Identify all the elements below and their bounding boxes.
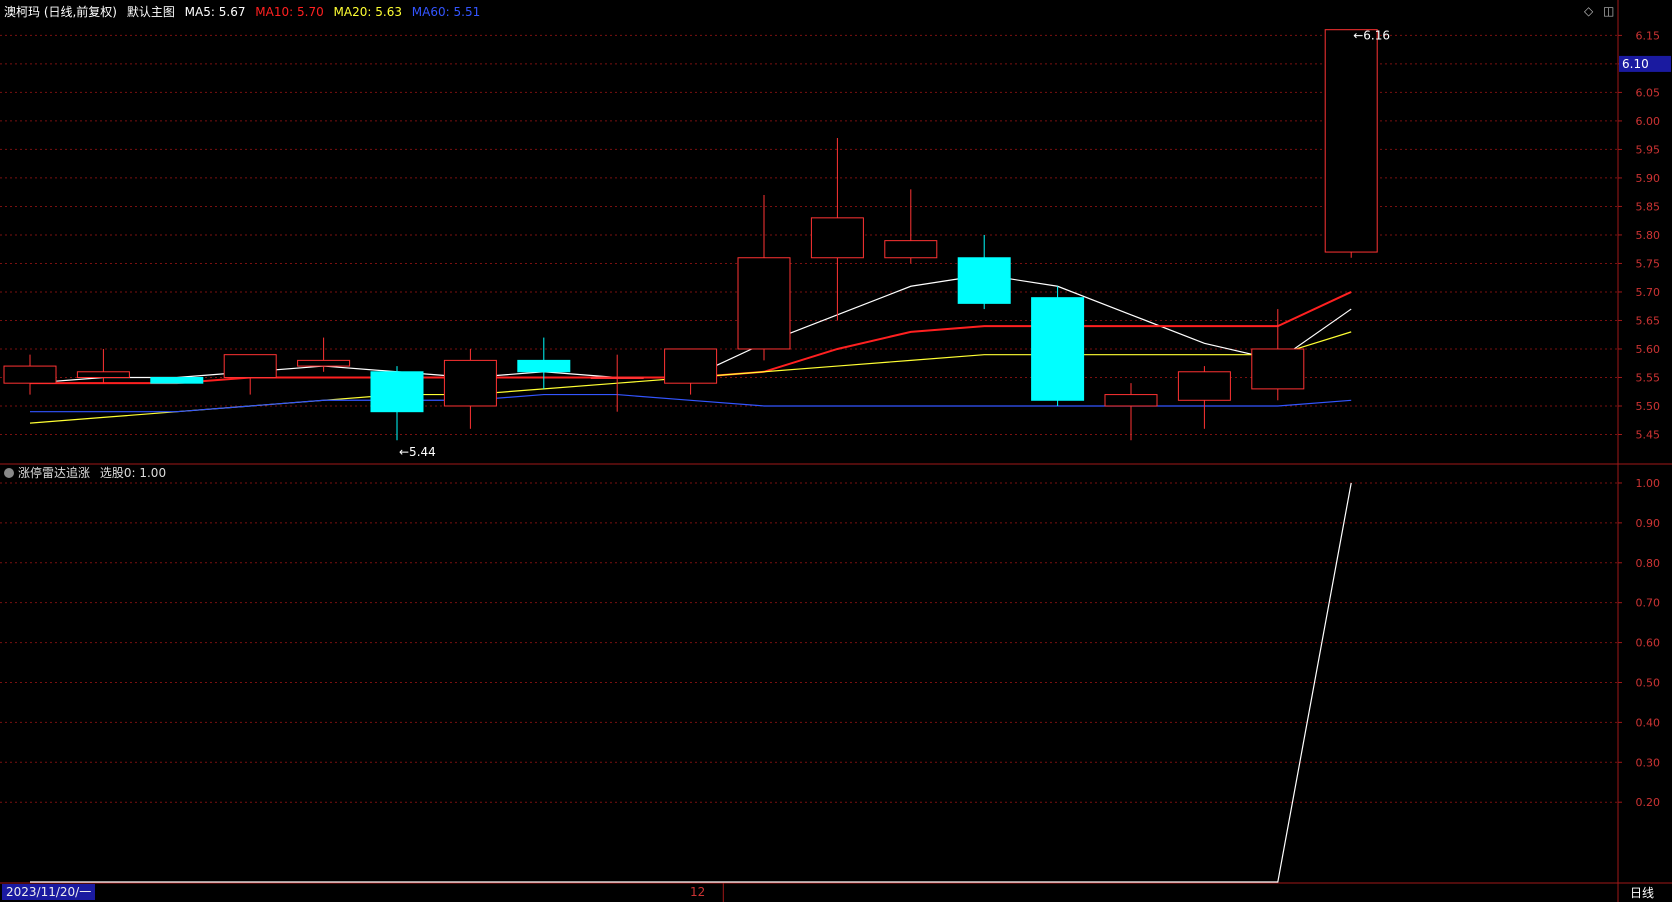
sub-y-tick-label: 0.50 <box>1636 676 1661 689</box>
period-selector[interactable]: 日线 <box>1630 884 1654 901</box>
candle-body <box>664 348 718 384</box>
sub-y-tick-label: 0.60 <box>1636 637 1661 650</box>
month-marker: 12 <box>690 885 705 899</box>
candle-body <box>737 257 791 350</box>
date-label: 2023/11/20/一 <box>6 885 92 899</box>
main-y-tick-label: 5.45 <box>1636 428 1661 441</box>
stock-chart: 5.45 5.50 5.55 5.60 5.65 5.70 5.75 5.80 5.85 5.90… <box>0 0 1672 902</box>
candle-body <box>1104 394 1158 407</box>
period-label[interactable]: 日线 <box>1630 886 1654 900</box>
candle-body <box>1031 297 1085 401</box>
sub-y-tick-label: 0.80 <box>1636 557 1661 570</box>
main-y-tick-label: 6.05 <box>1636 86 1661 99</box>
price-annotation: ←6.16 <box>1353 29 1390 43</box>
candle-body <box>150 376 204 384</box>
price-annotation: ←5.44 <box>399 445 436 459</box>
candle-body <box>370 371 424 413</box>
candle-body <box>1251 348 1305 390</box>
candle-body <box>884 240 938 259</box>
candle-body <box>76 371 130 378</box>
main-y-tick-label: 5.50 <box>1636 400 1661 413</box>
main-y-tick-label: 5.55 <box>1636 371 1661 384</box>
candle-body <box>223 354 277 378</box>
last-price-label: 6.10 <box>1622 57 1649 71</box>
main-y-tick-label: 6.00 <box>1636 115 1661 128</box>
main-y-tick-label: 6.15 <box>1636 29 1661 42</box>
main-y-tick-label: 5.85 <box>1636 200 1661 213</box>
main-y-tick-label: 5.80 <box>1636 229 1661 242</box>
candle-body <box>1324 29 1378 253</box>
sub-y-tick-label: 0.20 <box>1636 796 1661 809</box>
candle-body <box>590 376 644 379</box>
month-marker-label: 12 <box>690 885 706 899</box>
main-y-tick-label: 5.70 <box>1636 286 1661 299</box>
sub-y-tick-label: 0.90 <box>1636 517 1661 530</box>
main-y-tick-label: 5.60 <box>1636 343 1661 356</box>
candle-body <box>517 359 571 373</box>
candle-body <box>1177 371 1231 401</box>
sub-y-tick-label: 0.30 <box>1636 756 1661 769</box>
main-y-tick-label: 5.65 <box>1636 314 1661 327</box>
candle-body <box>957 257 1011 304</box>
main-y-tick-label: 5.90 <box>1636 172 1661 185</box>
sub-y-tick-label: 1.00 <box>1636 477 1661 490</box>
main-y-tick-label: 5.75 <box>1636 257 1661 270</box>
candle-body <box>443 359 497 407</box>
candle-body <box>3 365 57 384</box>
candle-body <box>297 359 351 367</box>
main-y-tick-label: 5.95 <box>1636 143 1661 156</box>
sub-y-tick-label: 0.70 <box>1636 597 1661 610</box>
candle-body <box>810 217 864 259</box>
sub-y-tick-label: 0.40 <box>1636 716 1661 729</box>
date-tag: 2023/11/20/一 <box>2 884 96 900</box>
